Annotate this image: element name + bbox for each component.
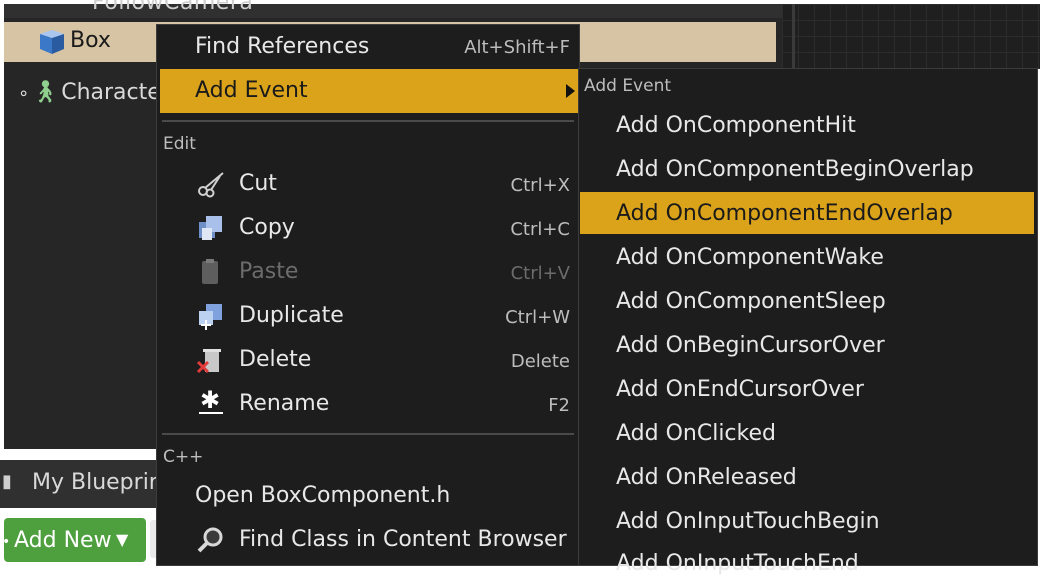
panel-divider[interactable]	[792, 4, 795, 69]
add-new-label: Add New	[14, 528, 112, 553]
character-icon: 🚶︎	[31, 80, 60, 105]
menu-item-open-file[interactable]: Open BoxComponent.h	[195, 483, 450, 508]
component-row-character[interactable]: ∘🚶︎Character	[18, 80, 170, 105]
scissors-icon	[198, 172, 224, 198]
submenu-item-highlighted[interactable]: Add OnComponentEndOverlap	[616, 201, 953, 226]
menu-item-copy[interactable]: Copy	[239, 215, 295, 240]
duplicate-icon	[199, 304, 222, 330]
shortcut-copy: Ctrl+C	[510, 219, 570, 240]
pivot-icon: ∘	[18, 83, 30, 104]
submenu-item[interactable]: Add OnComponentHit	[616, 113, 856, 138]
submenu-header: Add Event	[584, 76, 672, 96]
component-label-box: Box	[70, 28, 111, 53]
blueprint-tab-icon: ▮	[2, 471, 12, 492]
menu-item-cut[interactable]: Cut	[239, 171, 277, 196]
menu-item-duplicate[interactable]: Duplicate	[239, 303, 344, 328]
menu-item-delete[interactable]: Delete	[239, 347, 311, 372]
shortcut-rename: F2	[548, 395, 570, 416]
shortcut-cut: Ctrl+X	[510, 175, 570, 196]
shortcut-find-references: Alt+Shift+F	[464, 37, 570, 58]
panel-top-strip: FollowCamera	[4, 0, 782, 18]
submenu-item[interactable]: Add OnInputTouchBegin	[616, 509, 880, 534]
copy-icon	[199, 216, 222, 240]
menu-item-add-event-label: Add Event	[195, 78, 308, 103]
shortcut-delete: Delete	[510, 351, 570, 372]
add-event-submenu	[578, 68, 1038, 566]
menu-item-paste[interactable]: Paste	[239, 259, 298, 284]
submenu-item[interactable]: Add OnComponentSleep	[616, 289, 886, 314]
menu-section-edit: Edit	[163, 134, 196, 154]
shortcut-duplicate: Ctrl+W	[505, 307, 570, 328]
star-icon: ✱	[199, 388, 223, 414]
submenu-item[interactable]: Add OnEndCursorOver	[616, 377, 864, 402]
svg-text:✱: ✱	[200, 388, 220, 414]
component-item-previous[interactable]: FollowCamera	[92, 0, 253, 15]
submenu-item[interactable]: Add OnInputTouchEnd	[616, 551, 859, 576]
trash-icon	[196, 349, 221, 374]
menu-separator	[162, 120, 574, 122]
my-blueprint-tab-label: My Blueprin	[32, 470, 163, 495]
menu-item-find-references[interactable]: Find References	[195, 34, 369, 59]
submenu-item[interactable]: Add OnReleased	[616, 465, 797, 490]
graph-canvas[interactable]	[782, 4, 1040, 69]
menu-item-find-class[interactable]: Find Class in Content Browser	[239, 527, 567, 552]
submenu-item[interactable]: Add OnComponentBeginOverlap	[616, 157, 974, 182]
clipboard-icon	[202, 259, 218, 284]
submenu-item[interactable]: Add OnClicked	[616, 421, 776, 446]
submenu-arrow-icon	[566, 84, 575, 98]
shortcut-paste: Ctrl+V	[510, 263, 570, 284]
box-component-icon	[40, 30, 64, 54]
submenu-item[interactable]: Add OnComponentWake	[616, 245, 884, 270]
magnifier-icon	[197, 527, 223, 553]
menu-separator	[162, 433, 574, 435]
menu-item-rename[interactable]: Rename	[239, 391, 329, 416]
add-icon: •	[2, 534, 11, 550]
chevron-down-icon: ▼	[116, 530, 129, 549]
component-label-character: Character	[61, 80, 170, 105]
submenu-item[interactable]: Add OnBeginCursorOver	[616, 333, 885, 358]
menu-section-cpp: C++	[163, 447, 204, 467]
